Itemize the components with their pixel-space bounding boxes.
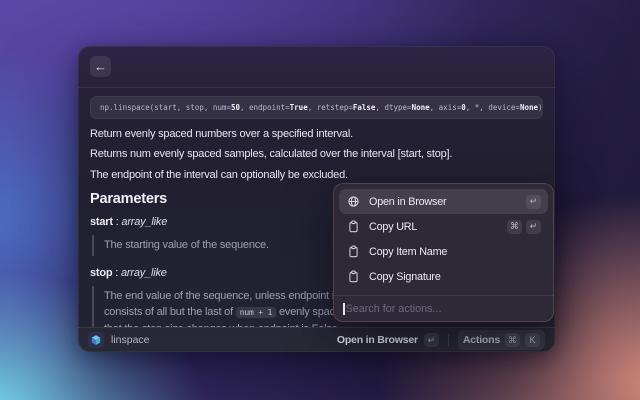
actions-menu: Open in Browser ↵ Copy URL ⌘↵ Copy Item … — [333, 183, 554, 322]
menu-items: Open in Browser ↵ Copy URL ⌘↵ Copy Item … — [333, 183, 554, 295]
menu-item-copy-item-name[interactable]: Copy Item Name — [339, 239, 548, 264]
app-chip: linspace — [88, 332, 329, 348]
function-signature: np.linspace(start, stop, num=50, endpoin… — [90, 96, 543, 119]
inline-code: num + 1 — [236, 307, 276, 318]
k-key-badge: K — [525, 333, 540, 347]
back-button[interactable]: ← — [90, 56, 111, 77]
app-label: linspace — [111, 334, 150, 346]
divider — [448, 334, 449, 346]
return-key-badge: ↵ — [526, 220, 541, 234]
status-bar-actions: Open in Browser ↵ Actions ⌘ K — [337, 330, 545, 350]
return-key-badge: ↵ — [526, 195, 541, 209]
menu-item-copy-signature[interactable]: Copy Signature — [339, 264, 548, 289]
globe-icon — [346, 195, 360, 209]
numpy-logo-icon — [88, 332, 104, 348]
intro-paragraph: Return evenly spaced numbers over a spec… — [90, 128, 543, 142]
command-key-badge: ⌘ — [505, 333, 520, 347]
actions-search-input[interactable] — [346, 303, 545, 315]
actions-search-bar — [333, 295, 554, 322]
clipboard-icon — [346, 270, 360, 284]
text-caret — [343, 303, 345, 315]
clipboard-icon — [346, 245, 360, 259]
intro-paragraph: The endpoint of the interval can optiona… — [90, 169, 543, 183]
command-key-badge: ⌘ — [507, 220, 522, 234]
return-key-badge: ↵ — [424, 333, 439, 347]
clipboard-icon — [346, 220, 360, 234]
primary-action-button[interactable]: Open in Browser — [337, 334, 418, 346]
actions-button[interactable]: Actions ⌘ K — [458, 330, 545, 350]
window-header: ← — [78, 46, 555, 88]
status-bar: linspace Open in Browser ↵ Actions ⌘ K — [78, 327, 555, 352]
menu-item-open-in-browser[interactable]: Open in Browser ↵ — [339, 189, 548, 214]
menu-item-copy-url[interactable]: Copy URL ⌘↵ — [339, 214, 548, 239]
intro-paragraph: Returns num evenly spaced samples, calcu… — [90, 148, 543, 162]
back-arrow-icon: ← — [94, 60, 107, 73]
